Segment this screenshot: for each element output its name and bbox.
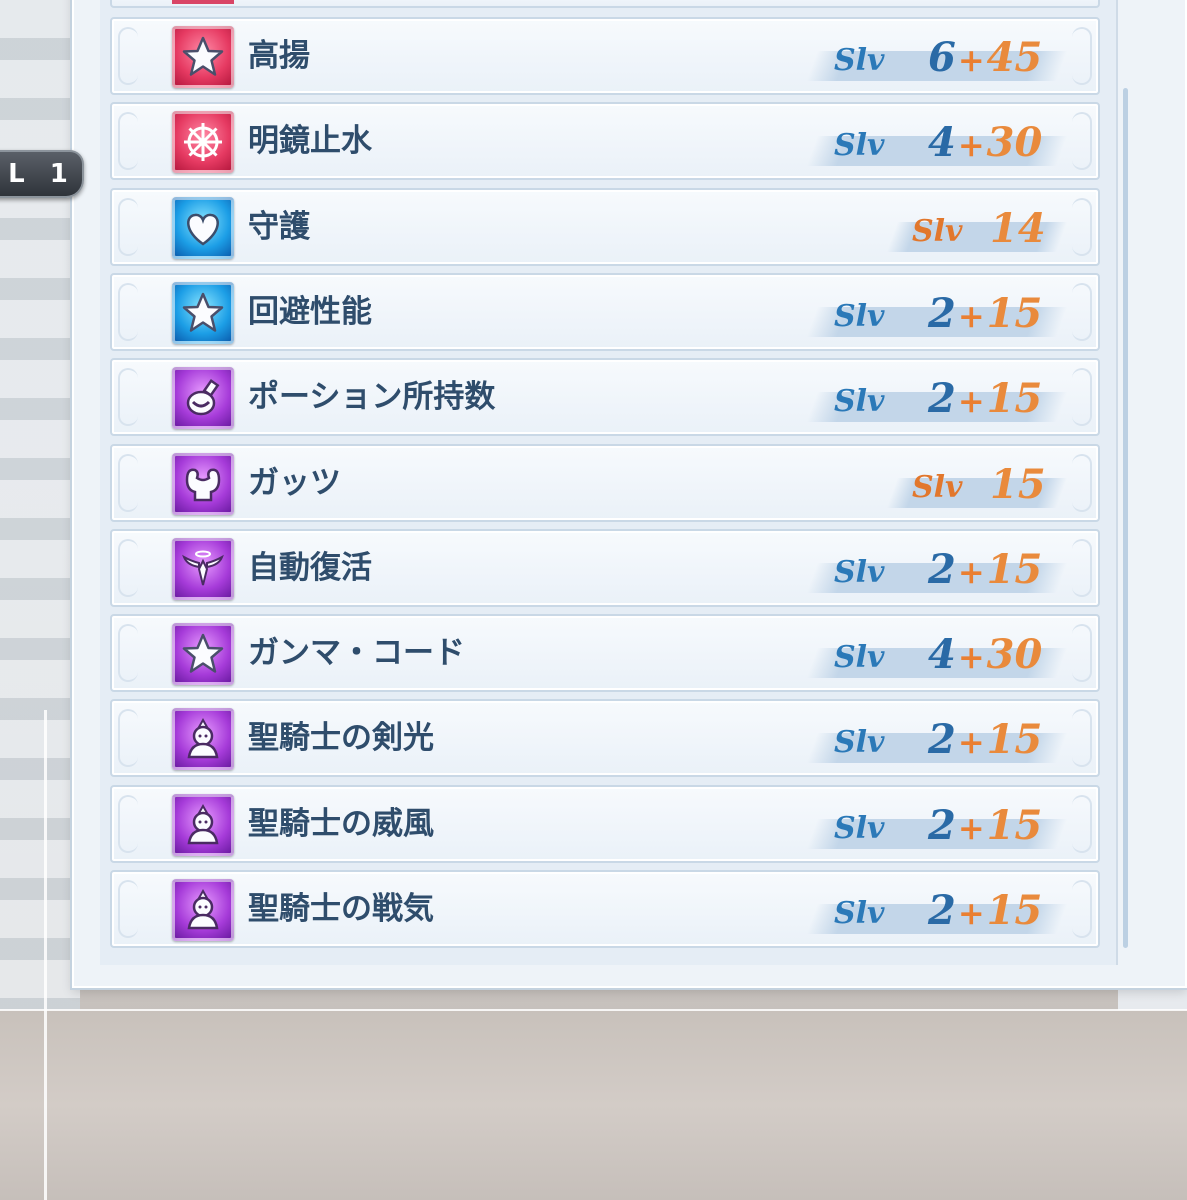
skill-level-label: Slv <box>912 213 963 249</box>
star-icon <box>172 623 234 686</box>
skill-level-label: Slv <box>834 725 885 761</box>
background-divider-vertical <box>44 710 47 1200</box>
skill-name: 自動復活 <box>248 549 372 586</box>
heart-icon <box>172 196 234 259</box>
knight-icon <box>172 708 234 771</box>
skill-level-bonus: 15 <box>986 887 1043 934</box>
skill-level-label: Slv <box>834 810 885 846</box>
skill-level-value: 4+30 <box>928 118 1042 168</box>
skill-level-value: 2+15 <box>928 374 1042 424</box>
skill-level-bonus: 15 <box>986 801 1043 849</box>
skill-row[interactable]: 守護 Slv 14 <box>110 187 1100 266</box>
skill-row[interactable]: 聖騎士の戦気 Slv 2+15 <box>110 870 1100 948</box>
skill-name: 明鏡止水 <box>248 123 372 160</box>
knight-icon <box>172 879 234 941</box>
skill-level-base: 6 <box>928 34 956 81</box>
skill-level-base: 2 <box>928 801 956 849</box>
skill-level-label: Slv <box>834 298 885 334</box>
muscle-icon <box>172 452 234 515</box>
scrollbar[interactable] <box>1123 88 1128 948</box>
skill-row[interactable]: 明鏡止水 Slv 4+30 <box>110 102 1100 181</box>
star-icon <box>172 281 234 344</box>
angel-icon <box>172 537 234 600</box>
skill-name: 回避性能 <box>248 293 372 330</box>
skill-name: ガッツ <box>248 464 341 501</box>
skill-level-plus: + <box>957 723 985 762</box>
skill-row[interactable]: 自動復活 Slv 2+15 <box>110 528 1100 607</box>
skill-level-value: 2+15 <box>928 886 1042 936</box>
skill-name: 高揚 <box>248 38 310 74</box>
skill-level-value: 2+15 <box>928 715 1042 765</box>
skill-level-bonus: 15 <box>986 716 1043 764</box>
skill-name: ガンマ・コード <box>248 635 465 672</box>
skill-name: 聖騎士の戦気 <box>248 891 434 927</box>
background-bottom <box>0 1010 1187 1200</box>
skill-name: 聖騎士の威風 <box>248 805 434 842</box>
skill-level-base: 2 <box>928 289 956 337</box>
skill-level-base: 2 <box>928 545 956 593</box>
skill-level-label: Slv <box>834 128 885 164</box>
l1-shoulder-button[interactable]: L 1 <box>0 150 84 198</box>
skill-row[interactable]: ガンマ・コード Slv 4+30 <box>110 614 1100 693</box>
skill-name: ポーション所持数 <box>248 379 496 416</box>
skill-level-plus: + <box>957 126 985 165</box>
wheel-icon <box>172 111 234 174</box>
skill-level-value: 4+30 <box>928 630 1042 680</box>
skill-level-label: Slv <box>834 554 885 590</box>
skill-level-value: 6+45 <box>928 33 1042 83</box>
skill-level-label: Slv <box>912 469 963 505</box>
knight-icon <box>172 793 234 856</box>
skill-row[interactable]: 高揚 Slv 6+45 <box>110 17 1100 95</box>
skill-level-base: 4 <box>928 631 956 679</box>
skill-level-label: Slv <box>834 384 885 420</box>
skill-level-bonus: 15 <box>986 375 1043 423</box>
skill-name: 聖騎士の剣光 <box>248 720 434 757</box>
potion-icon <box>172 367 234 430</box>
skill-row[interactable]: ポーション所持数 Slv 2+15 <box>110 358 1100 437</box>
skill-level-plus: + <box>957 894 985 932</box>
skill-level-base: 2 <box>928 887 956 934</box>
skill-level-value: 2+15 <box>928 289 1042 339</box>
skill-row[interactable]: ガッツ Slv 15 <box>110 443 1100 522</box>
skill-level-plus: + <box>957 638 985 677</box>
skill-level-bonus: 30 <box>986 119 1043 167</box>
skill-level-plus: + <box>957 808 985 847</box>
skill-level-value: 2+15 <box>928 801 1042 851</box>
skill-level-bonus: 15 <box>986 545 1043 593</box>
skill-row[interactable]: 聖騎士の威風 Slv 2+15 <box>110 784 1100 863</box>
skill-level-value: 15 <box>990 460 1046 508</box>
skill-level-value: 14 <box>990 204 1046 252</box>
skill-row[interactable]: 回避性能 Slv 2+15 <box>110 272 1100 351</box>
skill-level-label: Slv <box>834 640 885 676</box>
skill-level-label: Slv <box>834 896 885 931</box>
skill-level-label: Slv <box>834 43 885 78</box>
skill-level-plus: + <box>957 296 985 335</box>
skill-row[interactable]: 聖騎士の剣光 Slv 2+15 <box>110 699 1100 778</box>
skill-level-bonus: 45 <box>986 34 1043 81</box>
skill-name: 守護 <box>248 208 310 245</box>
skill-level-plus: + <box>957 41 985 79</box>
skill-level-bonus: 30 <box>986 631 1043 679</box>
list-item-partial <box>110 0 1100 8</box>
skill-level-base: 2 <box>928 716 956 764</box>
skill-level-plus: + <box>957 382 985 421</box>
skill-level-value: 2+15 <box>928 545 1042 595</box>
background-divider-horizontal <box>0 1009 1187 1011</box>
star-icon <box>172 26 234 88</box>
skill-level-plus: + <box>957 552 985 591</box>
skill-level-bonus: 15 <box>986 289 1043 337</box>
skill-level-base: 4 <box>928 119 956 167</box>
skill-level-base: 2 <box>928 375 956 423</box>
